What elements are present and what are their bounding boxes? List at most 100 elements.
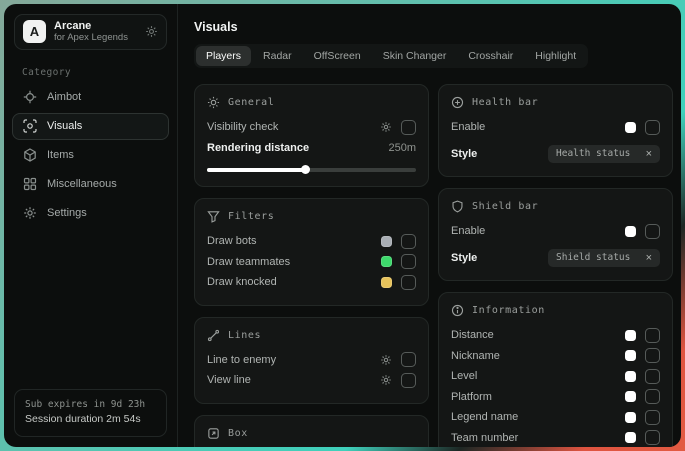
draw-teammates-row: Draw teammates <box>207 252 416 273</box>
row-label: Draw teammates <box>207 256 290 268</box>
rendering-distance-slider[interactable] <box>207 165 416 174</box>
color-swatch[interactable] <box>625 226 636 237</box>
color-swatch[interactable] <box>625 391 636 402</box>
tab-offscreen[interactable]: OffScreen <box>304 46 371 66</box>
app-window: A Arcane for Apex Legends Category Aimbo… <box>4 4 681 447</box>
clear-icon[interactable]: × <box>646 252 652 264</box>
gradient-border: A Arcane for Apex Legends Category Aimbo… <box>0 0 685 451</box>
shield-style-row: Style Shield status × <box>451 248 660 269</box>
row-label: Visibility check <box>207 121 278 133</box>
row-label: Rendering distance <box>207 142 309 154</box>
shield-enable-checkbox[interactable] <box>645 224 660 239</box>
sidebar-item-visuals[interactable]: Visuals <box>12 113 169 140</box>
info-icon <box>451 304 464 317</box>
color-swatch[interactable] <box>625 432 636 443</box>
color-swatch[interactable] <box>625 330 636 341</box>
panel-title: General <box>228 97 274 108</box>
cube-icon <box>23 148 37 162</box>
crosshair-icon <box>23 90 37 104</box>
sun-icon <box>207 96 220 109</box>
panel-title: Filters <box>228 211 274 222</box>
row-label: Enable <box>451 121 485 133</box>
tab-radar[interactable]: Radar <box>253 46 302 66</box>
rendering-distance-row: Rendering distance 250m <box>207 138 416 159</box>
dropdown-value: Shield status <box>556 252 630 263</box>
row-label: Draw knocked <box>207 276 277 288</box>
color-swatch[interactable] <box>381 277 392 288</box>
tab-crosshair[interactable]: Crosshair <box>458 46 523 66</box>
draw-teammates-checkbox[interactable] <box>401 254 416 269</box>
panel-title: Shield bar <box>472 201 538 212</box>
tab-highlight[interactable]: Highlight <box>525 46 586 66</box>
gear-icon[interactable] <box>380 374 392 386</box>
slider-thumb[interactable] <box>301 165 310 174</box>
left-column: General Visibility check <box>194 84 429 447</box>
panel-information: Information Distance Nickname <box>438 292 673 447</box>
legend-name-checkbox[interactable] <box>645 410 660 425</box>
settings-gear-icon[interactable] <box>145 25 158 38</box>
distance-checkbox[interactable] <box>645 328 660 343</box>
visibility-check-checkbox[interactable] <box>401 120 416 135</box>
team-number-checkbox[interactable] <box>645 430 660 445</box>
tab-bar: Players Radar OffScreen Skin Changer Cro… <box>194 44 588 68</box>
platform-checkbox[interactable] <box>645 389 660 404</box>
panel-health-bar: Health bar Enable Style Health status <box>438 84 673 177</box>
color-swatch[interactable] <box>625 412 636 423</box>
app-logo: A <box>23 20 46 43</box>
gear-icon[interactable] <box>380 121 392 133</box>
sidebar-item-miscellaneous[interactable]: Miscellaneous <box>12 171 169 198</box>
shield-style-dropdown[interactable]: Shield status × <box>548 249 660 267</box>
slider-fill <box>207 168 305 172</box>
line-icon <box>207 329 220 342</box>
team-number-row: Team number <box>451 428 660 448</box>
row-label: Team number <box>451 432 518 444</box>
panel-lines: Lines Line to enemy <box>194 317 429 404</box>
row-label: Style <box>451 148 477 160</box>
color-swatch[interactable] <box>625 122 636 133</box>
shield-icon <box>451 200 464 213</box>
view-line-row: View line <box>207 370 416 391</box>
color-swatch[interactable] <box>625 350 636 361</box>
dropdown-value: Health status <box>556 148 630 159</box>
logo-card: A Arcane for Apex Legends <box>14 14 167 50</box>
box-icon <box>207 427 220 440</box>
clear-icon[interactable]: × <box>646 148 652 160</box>
view-line-checkbox[interactable] <box>401 373 416 388</box>
sidebar-item-items[interactable]: Items <box>12 142 169 169</box>
color-swatch[interactable] <box>381 256 392 267</box>
draw-knocked-checkbox[interactable] <box>401 275 416 290</box>
level-checkbox[interactable] <box>645 369 660 384</box>
tab-skin-changer[interactable]: Skin Changer <box>373 46 457 66</box>
color-swatch[interactable] <box>381 236 392 247</box>
health-enable-checkbox[interactable] <box>645 120 660 135</box>
tab-players[interactable]: Players <box>196 46 251 66</box>
sidebar-item-settings[interactable]: Settings <box>12 200 169 227</box>
draw-knocked-row: Draw knocked <box>207 272 416 293</box>
visibility-check-row: Visibility check <box>207 117 416 138</box>
sidebar-item-label: Settings <box>47 207 87 219</box>
nickname-row: Nickname <box>451 346 660 367</box>
draw-bots-checkbox[interactable] <box>401 234 416 249</box>
scan-eye-icon <box>23 119 37 133</box>
sidebar-item-aimbot[interactable]: Aimbot <box>12 84 169 111</box>
gear-icon[interactable] <box>380 354 392 366</box>
app-title: Arcane <box>54 20 128 33</box>
color-swatch[interactable] <box>625 371 636 382</box>
row-label: Platform <box>451 391 492 403</box>
panel-title: Information <box>472 305 545 316</box>
panel-filters: Filters Draw bots Draw teammates <box>194 198 429 306</box>
line-to-enemy-checkbox[interactable] <box>401 352 416 367</box>
panel-general: General Visibility check <box>194 84 429 187</box>
page-title: Visuals <box>194 20 673 34</box>
row-label: Style <box>451 252 477 264</box>
gear-icon <box>23 206 37 220</box>
subscription-card: Sub expires in 9d 23h Session duration 2… <box>14 389 167 437</box>
sidebar-item-label: Visuals <box>47 120 82 132</box>
health-style-dropdown[interactable]: Health status × <box>548 145 660 163</box>
health-enable-row: Enable <box>451 117 660 138</box>
panel-title: Box <box>228 428 248 439</box>
nickname-checkbox[interactable] <box>645 348 660 363</box>
app-identity: Arcane for Apex Legends <box>54 20 128 44</box>
panel-box: Box Enable Enable background <box>194 415 429 448</box>
shield-enable-row: Enable <box>451 221 660 242</box>
